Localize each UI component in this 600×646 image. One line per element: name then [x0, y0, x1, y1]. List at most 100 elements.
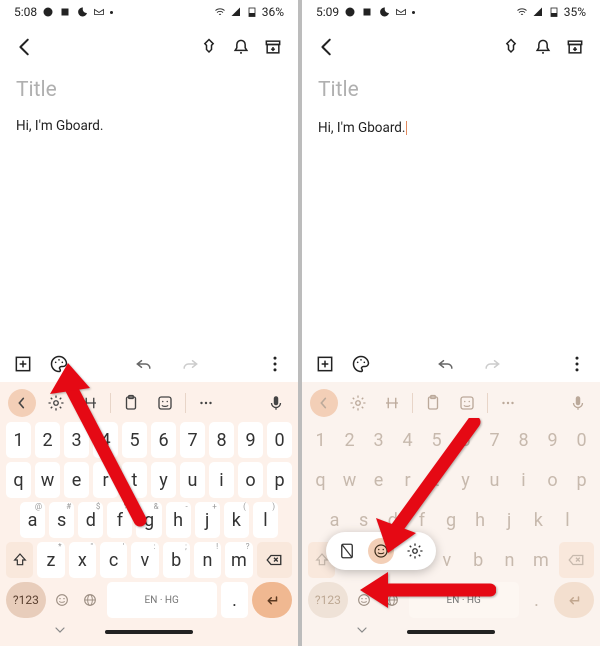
pin-button[interactable] [198, 36, 220, 58]
kbd-sticker-button[interactable] [453, 389, 481, 417]
kbd-more-button[interactable] [494, 389, 522, 417]
key-7[interactable]: 7 [482, 422, 507, 458]
add-button[interactable] [314, 353, 336, 375]
kbd-settings-button[interactable] [42, 389, 70, 417]
note-content[interactable]: Title Hi, I'm Gboard. [0, 70, 298, 346]
key-k[interactable]: k [526, 502, 551, 538]
key-f[interactable]: %f [107, 502, 132, 538]
kbd-mic-button[interactable] [564, 389, 592, 417]
kbd-mic-button[interactable] [262, 389, 290, 417]
key-u[interactable]: u [482, 462, 507, 498]
key-r[interactable]: r [93, 462, 118, 498]
back-button[interactable] [316, 36, 338, 58]
redo-button[interactable] [179, 353, 201, 375]
key-b[interactable]: b [465, 542, 492, 578]
key-q[interactable]: q [308, 462, 333, 498]
period-key[interactable]: . [221, 582, 249, 618]
more-button[interactable] [264, 353, 286, 375]
popup-settings-button[interactable] [402, 538, 428, 564]
key-j[interactable]: +j [195, 502, 220, 538]
key-1[interactable]: 1 [308, 422, 333, 458]
key-3[interactable]: 3 [64, 422, 89, 458]
key-0[interactable]: 0 [569, 422, 594, 458]
key-w[interactable]: w [35, 462, 60, 498]
title-input[interactable]: Title [16, 78, 282, 102]
key-v[interactable]: :v [131, 542, 158, 578]
undo-button[interactable] [435, 353, 457, 375]
shift-key[interactable] [6, 542, 33, 578]
key-9[interactable]: 9 [238, 422, 263, 458]
key-k[interactable]: (k [224, 502, 249, 538]
kbd-clipboard-button[interactable] [117, 389, 145, 417]
enter-key[interactable] [554, 582, 594, 618]
key-l[interactable]: )l [253, 502, 278, 538]
space-key[interactable]: EN · HG [107, 582, 217, 618]
key-9[interactable]: 9 [540, 422, 565, 458]
key-p[interactable]: p [569, 462, 594, 498]
backspace-key[interactable] [559, 542, 595, 578]
key-e[interactable]: e [64, 462, 89, 498]
kbd-text-cursor-button[interactable] [378, 389, 406, 417]
key-8[interactable]: 8 [511, 422, 536, 458]
key-g[interactable]: &g [136, 502, 161, 538]
kbd-sticker-button[interactable] [151, 389, 179, 417]
archive-button[interactable] [262, 36, 284, 58]
key-6[interactable]: 6 [453, 422, 478, 458]
backspace-key[interactable] [257, 542, 293, 578]
nav-pill[interactable] [105, 630, 193, 634]
reminder-button[interactable] [230, 36, 252, 58]
note-content[interactable]: Title Hi, I'm Gboard. [302, 70, 600, 346]
key-0[interactable]: 0 [267, 422, 292, 458]
key-c[interactable]: 'c [100, 542, 127, 578]
emoji-key[interactable] [50, 582, 74, 618]
key-y[interactable]: y [151, 462, 176, 498]
key-m[interactable]: m [527, 542, 554, 578]
key-4[interactable]: 4 [93, 422, 118, 458]
globe-key[interactable] [78, 582, 102, 618]
key-v[interactable]: v [433, 542, 460, 578]
key-r[interactable]: r [395, 462, 420, 498]
key-s[interactable]: #s [49, 502, 74, 538]
key-n[interactable]: n [496, 542, 523, 578]
reminder-button[interactable] [532, 36, 554, 58]
nav-chevron-down-icon[interactable] [354, 622, 370, 642]
kbd-collapse-button[interactable] [8, 389, 36, 417]
key-4[interactable]: 4 [395, 422, 420, 458]
key-t[interactable]: t [424, 462, 449, 498]
key-l[interactable]: l [555, 502, 580, 538]
emoji-key[interactable] [352, 582, 376, 618]
key-m[interactable]: ?m [225, 542, 252, 578]
key-u[interactable]: u [180, 462, 205, 498]
body-text[interactable]: Hi, I'm Gboard. [318, 118, 584, 136]
enter-key[interactable] [252, 582, 292, 618]
palette-button[interactable] [350, 353, 372, 375]
key-y[interactable]: y [453, 462, 478, 498]
key-6[interactable]: 6 [151, 422, 176, 458]
key-n[interactable]: !n [194, 542, 221, 578]
key-g[interactable]: g [438, 502, 463, 538]
key-h[interactable]: -h [166, 502, 191, 538]
kbd-text-cursor-button[interactable] [76, 389, 104, 417]
title-input[interactable]: Title [318, 78, 584, 102]
key-o[interactable]: o [540, 462, 565, 498]
nav-chevron-down-icon[interactable] [52, 622, 68, 642]
symbols-key[interactable]: ?123 [308, 582, 348, 618]
key-d[interactable]: $d [78, 502, 103, 538]
pin-button[interactable] [500, 36, 522, 58]
popup-emoji-button[interactable] [368, 538, 394, 564]
key-q[interactable]: q [6, 462, 31, 498]
more-button[interactable] [566, 353, 588, 375]
nav-pill[interactable] [407, 630, 495, 634]
key-h[interactable]: h [468, 502, 493, 538]
popup-onehand-button[interactable] [334, 538, 360, 564]
key-3[interactable]: 3 [366, 422, 391, 458]
key-e[interactable]: e [366, 462, 391, 498]
key-5[interactable]: 5 [424, 422, 449, 458]
redo-button[interactable] [481, 353, 503, 375]
space-key[interactable]: EN · HG [409, 582, 519, 618]
key-x[interactable]: "x [69, 542, 96, 578]
key-7[interactable]: 7 [180, 422, 205, 458]
add-button[interactable] [12, 353, 34, 375]
key-2[interactable]: 2 [337, 422, 362, 458]
palette-button[interactable] [48, 353, 70, 375]
